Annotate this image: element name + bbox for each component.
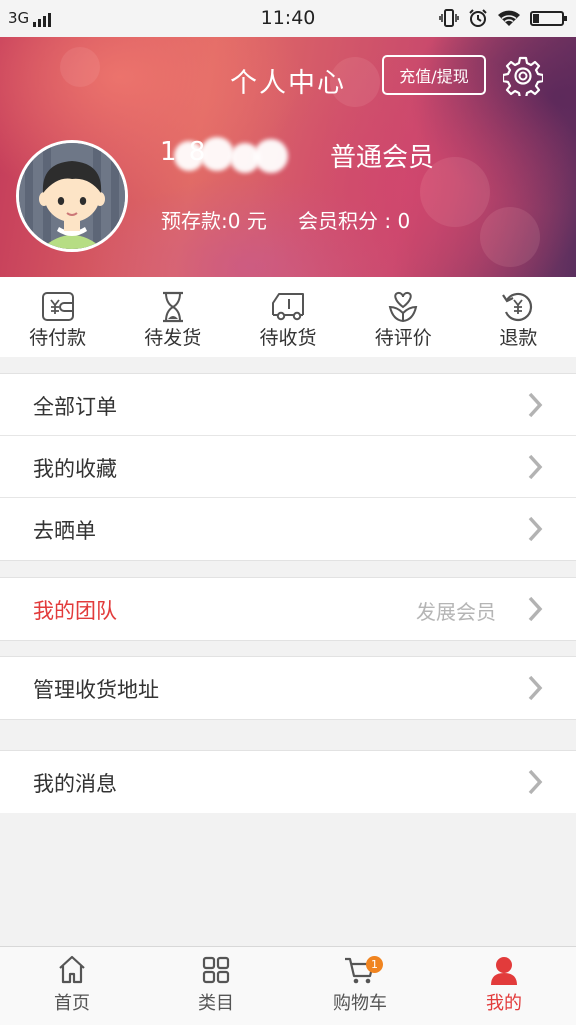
menu-row-all-orders[interactable]: 全部订单 (0, 374, 576, 436)
tab-label: 首页 (54, 993, 90, 1014)
profile-header: 个人中心 充值/提现 1 8 (0, 37, 576, 277)
menu-row-share-order[interactable]: 去晒单 (0, 498, 576, 560)
menu-row-label: 我的消息 (33, 772, 117, 796)
menu-row-label: 全部订单 (33, 395, 117, 419)
bottom-tab-bar: 首页 类目 购物车 我的 (0, 946, 576, 1025)
menu-row-my-messages[interactable]: 我的消息 (0, 751, 576, 813)
tab-category[interactable]: 类目 (144, 947, 288, 1025)
develop-members-link: 发展会员 (416, 600, 496, 624)
recharge-withdraw-button[interactable]: 充值/提现 (382, 55, 486, 95)
tab-cart[interactable]: 购物车 (288, 947, 432, 1025)
order-status-pending-receipt[interactable]: 待收货 (230, 277, 345, 357)
tab-home[interactable]: 首页 (0, 947, 144, 1025)
home-icon (59, 955, 85, 984)
chevron-right-icon (528, 675, 543, 701)
phone-number-masked: 1 8 (160, 137, 310, 177)
order-status-label: 待付款 (29, 327, 87, 349)
menu-row-label: 管理收货地址 (33, 678, 159, 702)
menu-row-manage-address[interactable]: 管理收货地址 (0, 657, 576, 719)
order-status-pending-shipment[interactable]: 待发货 (115, 277, 230, 357)
avatar[interactable] (16, 140, 128, 252)
battery-icon (530, 10, 567, 26)
settings-gear-icon[interactable] (503, 56, 543, 96)
team-menu-group: 我的团队 发展会员 (0, 577, 576, 641)
deposit-balance: 预存款:0 元 (161, 209, 267, 233)
status-bar: 3G 11:40 (0, 0, 576, 37)
tab-label: 类目 (198, 993, 234, 1014)
tab-mine[interactable]: 我的 (432, 947, 576, 1025)
alarm-icon (469, 9, 487, 27)
orders-menu-group: 全部订单 我的收藏 去晒单 (0, 373, 576, 561)
hourglass-icon (162, 291, 183, 323)
menu-row-label: 我的收藏 (33, 457, 117, 481)
member-level: 普通会员 (330, 143, 435, 173)
order-status-label: 待发货 (144, 327, 202, 349)
cartoon-boy-avatar-icon (19, 143, 125, 249)
wallet-yen-icon (41, 292, 74, 321)
chevron-right-icon (528, 392, 543, 418)
menu-row-label: 我的团队 (33, 599, 117, 623)
tab-label: 购物车 (333, 993, 387, 1014)
cart-count-badge: 1 (366, 956, 383, 973)
menu-row-favorites[interactable]: 我的收藏 (0, 436, 576, 498)
order-status-pending-review[interactable]: 待评价 (346, 277, 461, 357)
refund-yen-icon (502, 292, 533, 322)
page-title: 个人中心 (230, 68, 346, 99)
order-status-pending-payment[interactable]: 待付款 (0, 277, 115, 357)
chevron-right-icon (528, 516, 543, 542)
vibrate-icon (439, 9, 459, 27)
order-status-bar: 待付款 待发货 待收货 待评价 退款 (0, 277, 576, 357)
menu-row-label: 去晒单 (33, 519, 96, 543)
order-status-label: 待评价 (374, 327, 432, 349)
order-status-refund[interactable]: 退款 (461, 277, 576, 357)
chevron-right-icon (528, 454, 543, 480)
order-status-label: 待收货 (259, 327, 317, 349)
menu-row-my-team[interactable]: 我的团队 发展会员 (0, 578, 576, 640)
heart-flower-icon (388, 291, 418, 323)
member-points: 会员积分 : 0 (298, 209, 411, 233)
address-menu-group: 管理收货地址 (0, 656, 576, 720)
user-icon (491, 957, 517, 985)
truck-icon (272, 293, 304, 321)
order-status-label: 退款 (499, 327, 538, 349)
messages-menu-group: 我的消息 (0, 750, 576, 813)
chevron-right-icon (528, 769, 543, 795)
tab-label: 我的 (486, 993, 522, 1014)
wifi-icon (498, 10, 520, 26)
grid-icon (202, 956, 230, 984)
chevron-right-icon (528, 596, 543, 622)
